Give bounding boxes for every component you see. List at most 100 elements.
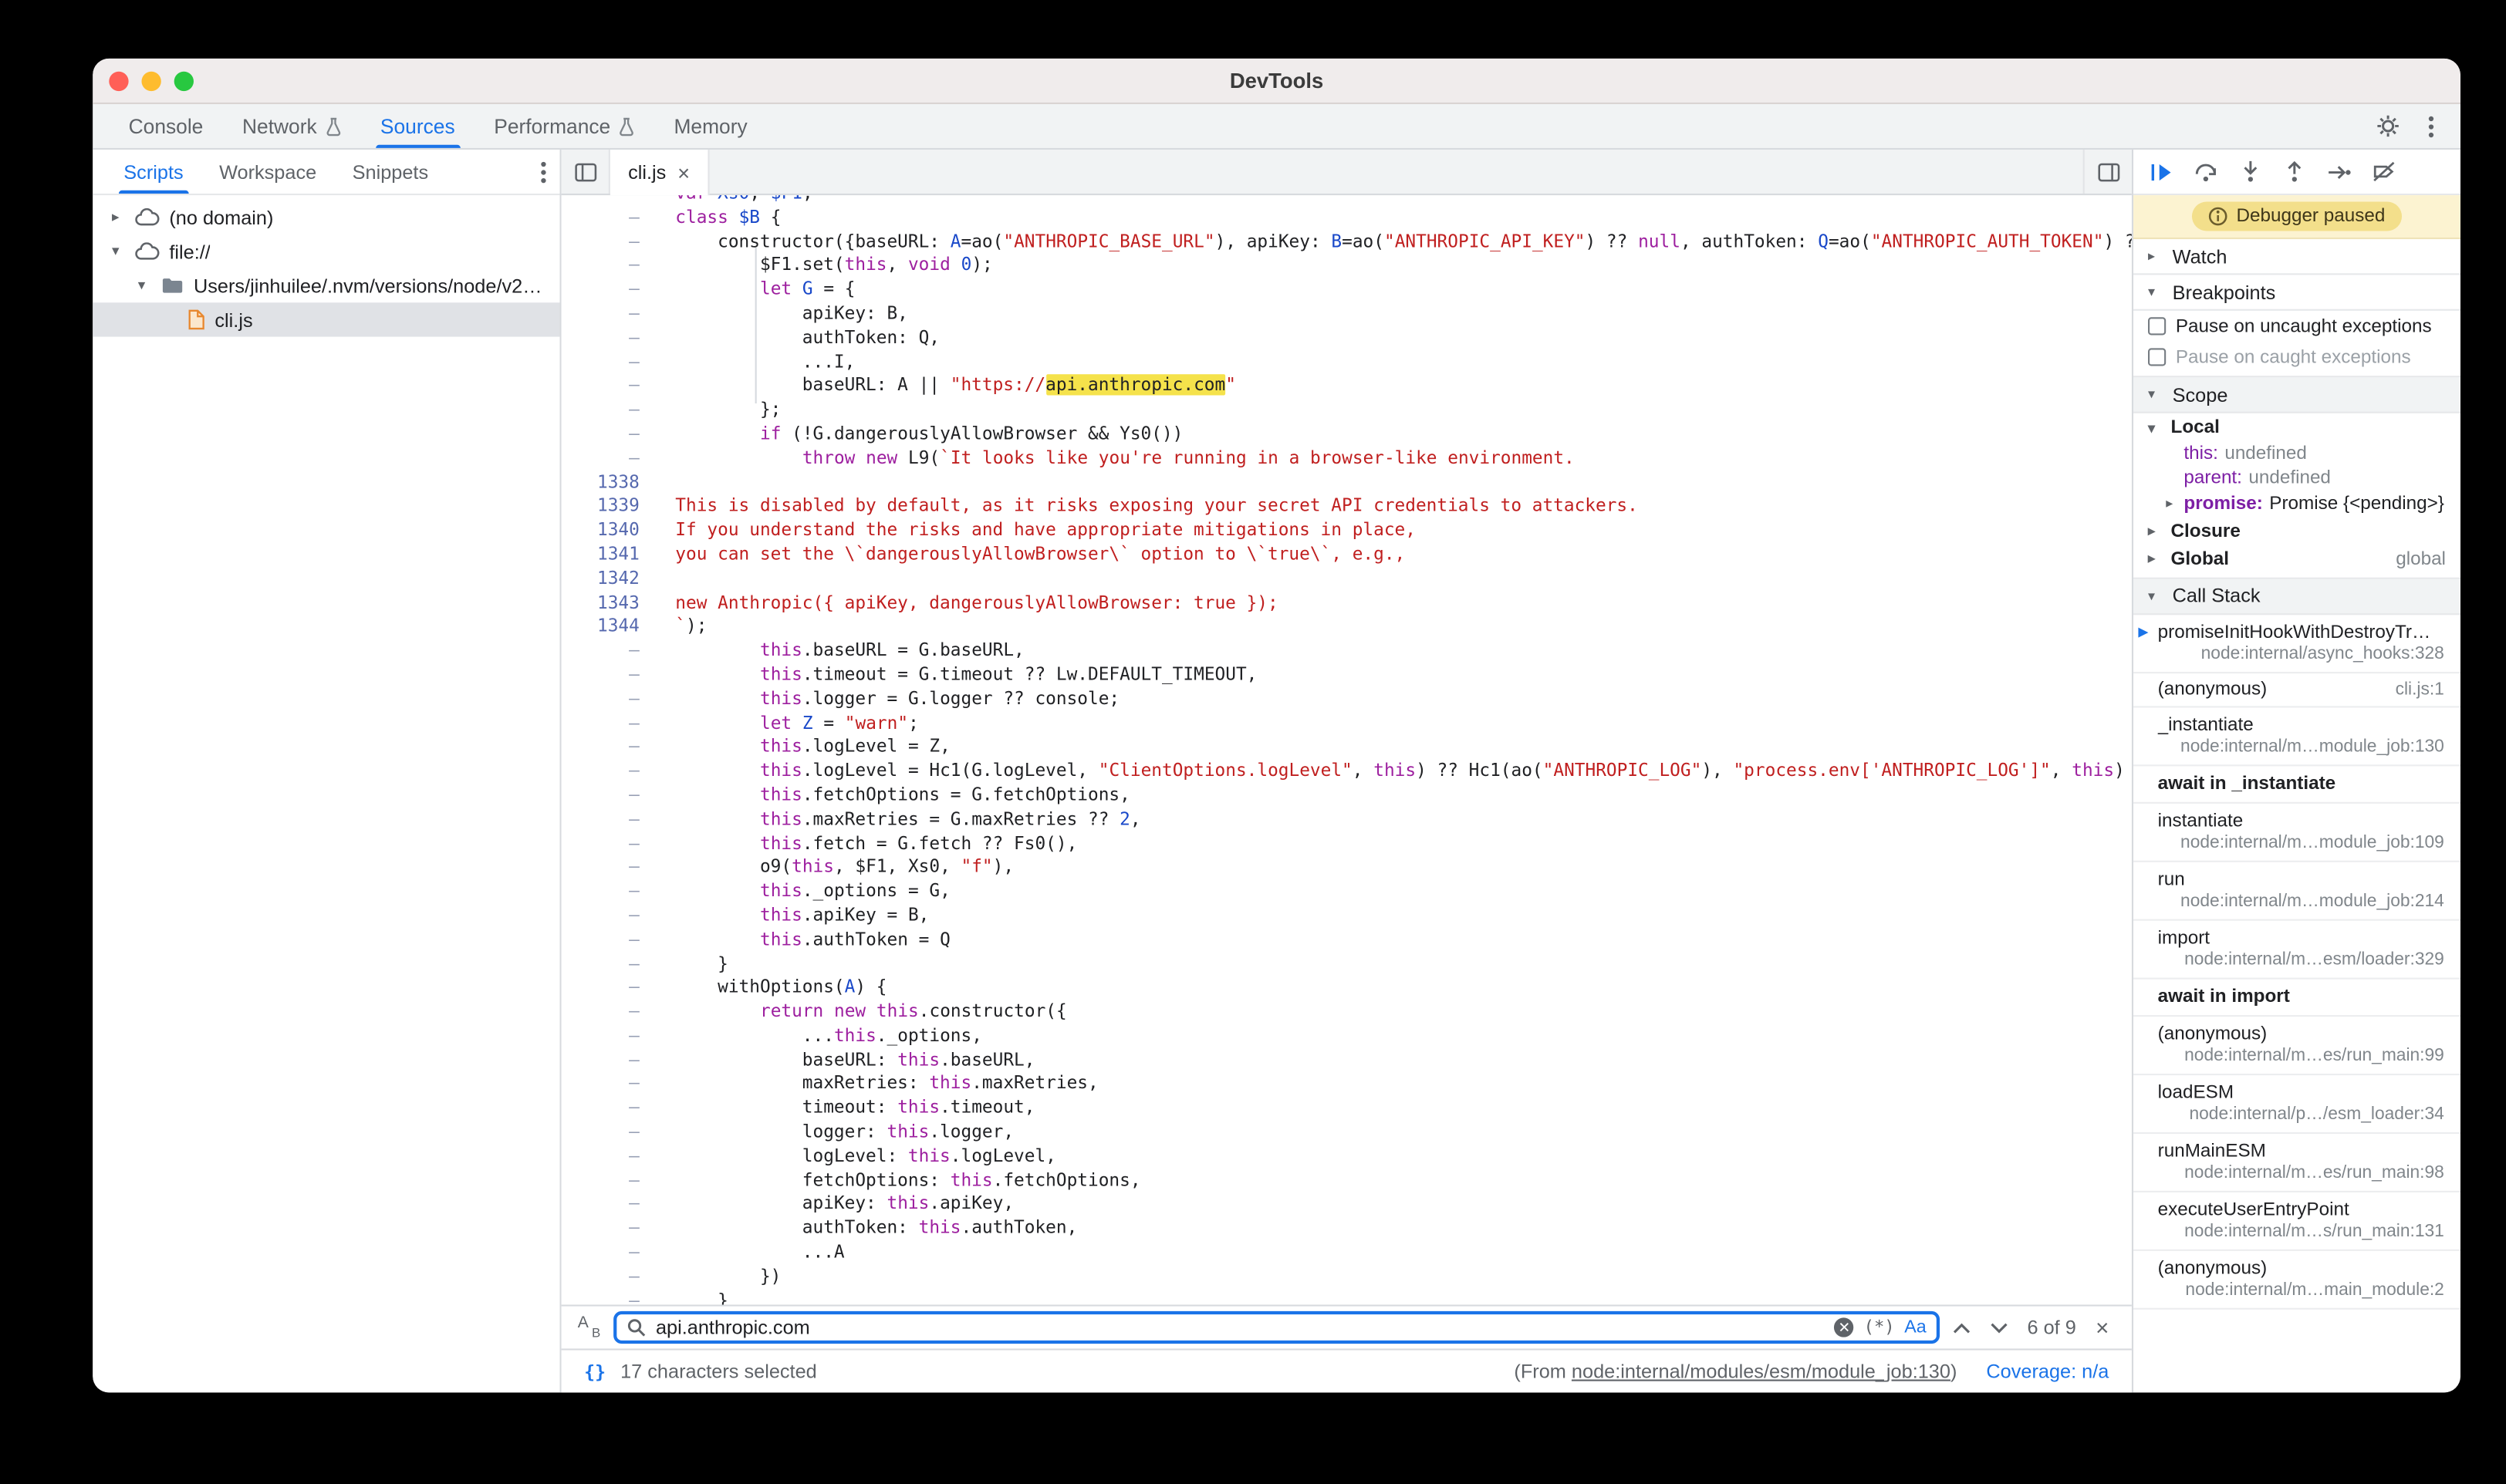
step-over-button[interactable]	[2194, 161, 2218, 182]
code-text[interactable]: `);	[666, 616, 2132, 639]
gutter-cell[interactable]: –	[562, 399, 666, 423]
code-text[interactable]: apiKey: B,	[666, 302, 2132, 326]
gutter-cell[interactable]: –	[562, 953, 666, 976]
gutter-cell[interactable]: –	[562, 976, 666, 1000]
gutter-cell[interactable]: –	[562, 1241, 666, 1265]
gutter-cell[interactable]: –	[562, 1097, 666, 1121]
code-text[interactable]: let Z = "warn";	[666, 712, 2132, 736]
breakpoint-option[interactable]: Pause on caught exceptions	[2133, 342, 2460, 373]
call-stack-frame[interactable]: await in import	[2133, 979, 2460, 1017]
call-stack-frame[interactable]: executeUserEntryPointnode:internal/m…s/r…	[2133, 1192, 2460, 1250]
code-text[interactable]: logLevel: this.logLevel,	[666, 1145, 2132, 1169]
match-case-toggle[interactable]: Aa	[1904, 1317, 1926, 1337]
navigator-tab-workspace[interactable]: Workspace	[201, 150, 335, 194]
gutter-cell[interactable]: –	[562, 1290, 666, 1305]
find-mode-icon[interactable]: AB	[578, 1316, 601, 1339]
code-text[interactable]	[666, 568, 2132, 592]
navigator-tab-snippets[interactable]: Snippets	[334, 150, 446, 194]
call-stack-frame[interactable]: ▶promiseInitHookWithDestroyTr…node:inter…	[2133, 614, 2460, 673]
kebab-menu-icon[interactable]	[2428, 115, 2434, 138]
tab-memory[interactable]: Memory	[654, 104, 767, 148]
code-text[interactable]: this.logger = G.logger ?? console;	[666, 688, 2132, 712]
tab-console[interactable]: Console	[109, 104, 222, 148]
code-text[interactable]: withOptions(A) {	[666, 976, 2132, 1000]
gutter-cell[interactable]: 1344	[562, 616, 666, 639]
code-text[interactable]: This is disabled by default, as it risks…	[666, 495, 2132, 519]
code-text[interactable]: return new this.constructor({	[666, 1000, 2132, 1024]
gutter-cell[interactable]: 1341	[562, 543, 666, 567]
gutter-cell[interactable]: –	[562, 856, 666, 880]
checkbox-unchecked[interactable]	[2148, 348, 2166, 366]
code-text[interactable]	[666, 471, 2132, 495]
call-stack-frame[interactable]: runnode:internal/m…module_job:214	[2133, 862, 2460, 920]
gutter-cell[interactable]: –	[562, 904, 666, 928]
code-text[interactable]: this.fetchOptions = G.fetchOptions,	[666, 784, 2132, 808]
code-text[interactable]: logger: this.logger,	[666, 1121, 2132, 1145]
scope-group-local[interactable]: ▾Local	[2133, 413, 2460, 441]
tree-item-users-jinhuilee-nvm-versions-node-v2-[interactable]: ▾Users/jinhuilee/.nvm/versions/node/v2…	[93, 268, 559, 302]
code-text[interactable]: constructor({baseURL: A=ao("ANTHROPIC_BA…	[666, 231, 2132, 255]
code-text[interactable]: this.apiKey = B,	[666, 904, 2132, 928]
gutter-cell[interactable]: –	[562, 195, 666, 206]
gutter-cell[interactable]: –	[562, 808, 666, 832]
next-match-icon[interactable]	[1990, 1322, 2008, 1334]
gutter-cell[interactable]: –	[562, 929, 666, 953]
code-text[interactable]: this.logLevel = Hc1(G.logLevel, "ClientO…	[666, 760, 2132, 784]
code-text[interactable]: throw new L9(`It looks like you're runni…	[666, 447, 2132, 471]
navigator-tab-scripts[interactable]: Scripts	[106, 150, 201, 194]
code-text[interactable]: apiKey: this.apiKey,	[666, 1193, 2132, 1217]
tree-item-cli-js[interactable]: cli.js	[93, 302, 559, 336]
step-button[interactable]	[2327, 162, 2352, 181]
tab-sources[interactable]: Sources	[361, 104, 475, 148]
regex-toggle[interactable]: (*)	[1864, 1317, 1895, 1337]
watch-section-header[interactable]: ▸ Watch	[2133, 239, 2460, 275]
call-stack-frame[interactable]: await in _instantiate	[2133, 765, 2460, 803]
gutter-cell[interactable]: 1338	[562, 471, 666, 495]
code-text[interactable]: authToken: Q,	[666, 326, 2132, 350]
gutter-cell[interactable]: –	[562, 423, 666, 447]
code-text[interactable]: ...this._options,	[666, 1024, 2132, 1048]
gutter-cell[interactable]: –	[562, 1193, 666, 1217]
scope-variable[interactable]: this:undefined	[2133, 441, 2460, 467]
gutter-cell[interactable]: –	[562, 206, 666, 230]
close-find-bar-icon[interactable]: ×	[2096, 1314, 2109, 1341]
clear-search-icon[interactable]: ✕	[1835, 1317, 1854, 1337]
code-text[interactable]: this._options = G,	[666, 880, 2132, 904]
toggle-debugger-sidebar-icon[interactable]	[2083, 150, 2132, 194]
call-stack-frame[interactable]: instantiatenode:internal/m…module_job:10…	[2133, 803, 2460, 862]
gutter-cell[interactable]: –	[562, 832, 666, 856]
call-stack-frame[interactable]: loadESMnode:internal/p…/esm_loader:34	[2133, 1074, 2460, 1133]
close-window-button[interactable]	[109, 72, 128, 91]
gutter-cell[interactable]: 1339	[562, 495, 666, 519]
scope-variable[interactable]: ▸promise:Promise {<pending>}	[2133, 491, 2460, 517]
gutter-cell[interactable]: –	[562, 760, 666, 784]
gutter-cell[interactable]: 1342	[562, 568, 666, 592]
gutter-cell[interactable]: –	[562, 326, 666, 350]
gutter-cell[interactable]: –	[562, 736, 666, 760]
code-text[interactable]: this.maxRetries = G.maxRetries ?? 2,	[666, 808, 2132, 832]
gutter-cell[interactable]: –	[562, 1049, 666, 1073]
code-text[interactable]: }	[666, 953, 2132, 976]
gutter-cell[interactable]: –	[562, 447, 666, 471]
step-into-button[interactable]	[2239, 161, 2262, 182]
code-text[interactable]: baseURL: this.baseURL,	[666, 1049, 2132, 1073]
gutter-cell[interactable]: –	[562, 375, 666, 399]
code-text[interactable]: maxRetries: this.maxRetries,	[666, 1073, 2132, 1097]
gutter-cell[interactable]: –	[562, 639, 666, 663]
code-text[interactable]: this.logLevel = Z,	[666, 736, 2132, 760]
code-text[interactable]: authToken: this.authToken,	[666, 1217, 2132, 1241]
gutter-cell[interactable]: –	[562, 231, 666, 255]
gutter-cell[interactable]: –	[562, 688, 666, 712]
breakpoint-option[interactable]: Pause on uncaught exceptions	[2133, 311, 2460, 342]
call-stack-frame[interactable]: runMainESMnode:internal/m…es/run_main:98	[2133, 1133, 2460, 1192]
scope-variable[interactable]: parent:undefined	[2133, 466, 2460, 491]
tab-close-icon[interactable]: ×	[677, 162, 690, 183]
tree-collapse-icon[interactable]: ▸	[106, 208, 125, 226]
tree-expand-icon[interactable]: ▾	[132, 277, 151, 295]
call-stack-section-header[interactable]: ▾ Call Stack	[2133, 578, 2460, 614]
call-stack-frame[interactable]: _instantiatenode:internal/m…module_job:1…	[2133, 707, 2460, 765]
gutter-cell[interactable]: –	[562, 1000, 666, 1024]
gutter-cell[interactable]: –	[562, 880, 666, 904]
code-text[interactable]: };	[666, 399, 2132, 423]
code-text[interactable]: timeout: this.timeout,	[666, 1097, 2132, 1121]
